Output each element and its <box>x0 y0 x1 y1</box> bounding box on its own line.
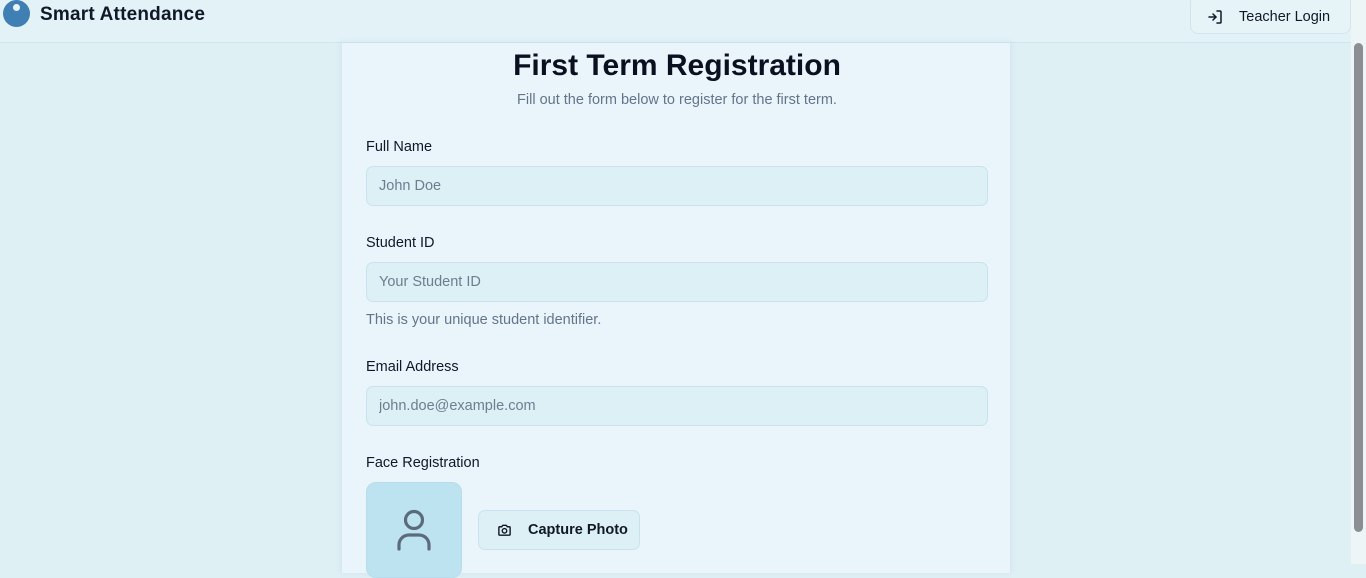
top-navbar: Smart Attendance Teacher Login <box>0 0 1351 43</box>
teacher-login-button[interactable]: Teacher Login <box>1190 0 1351 34</box>
student-id-input[interactable] <box>366 262 988 302</box>
capture-photo-button[interactable]: Capture Photo <box>478 510 640 550</box>
page-subtitle: Fill out the form below to register for … <box>517 92 837 108</box>
face-registration-label: Face Registration <box>366 455 480 471</box>
capture-photo-label: Capture Photo <box>528 522 628 538</box>
teacher-login-label: Teacher Login <box>1239 9 1331 25</box>
scrollbar-thumb[interactable] <box>1354 43 1363 532</box>
page-scrollbar[interactable] <box>1351 0 1366 564</box>
user-placeholder-icon <box>396 509 432 556</box>
email-input[interactable] <box>366 386 988 426</box>
full-name-input[interactable] <box>366 166 988 206</box>
registration-card: First Term Registration Fill out the for… <box>341 43 1011 578</box>
app-title: Smart Attendance <box>40 4 206 25</box>
page-title: First Term Registration <box>513 49 841 82</box>
student-id-label: Student ID <box>366 235 435 251</box>
student-id-helper: This is your unique student identifier. <box>366 312 602 328</box>
camera-icon <box>497 523 512 538</box>
full-name-label: Full Name <box>366 139 433 155</box>
email-label: Email Address <box>366 359 459 375</box>
login-arrow-icon <box>1207 9 1223 25</box>
app-logo-icon <box>3 0 30 27</box>
